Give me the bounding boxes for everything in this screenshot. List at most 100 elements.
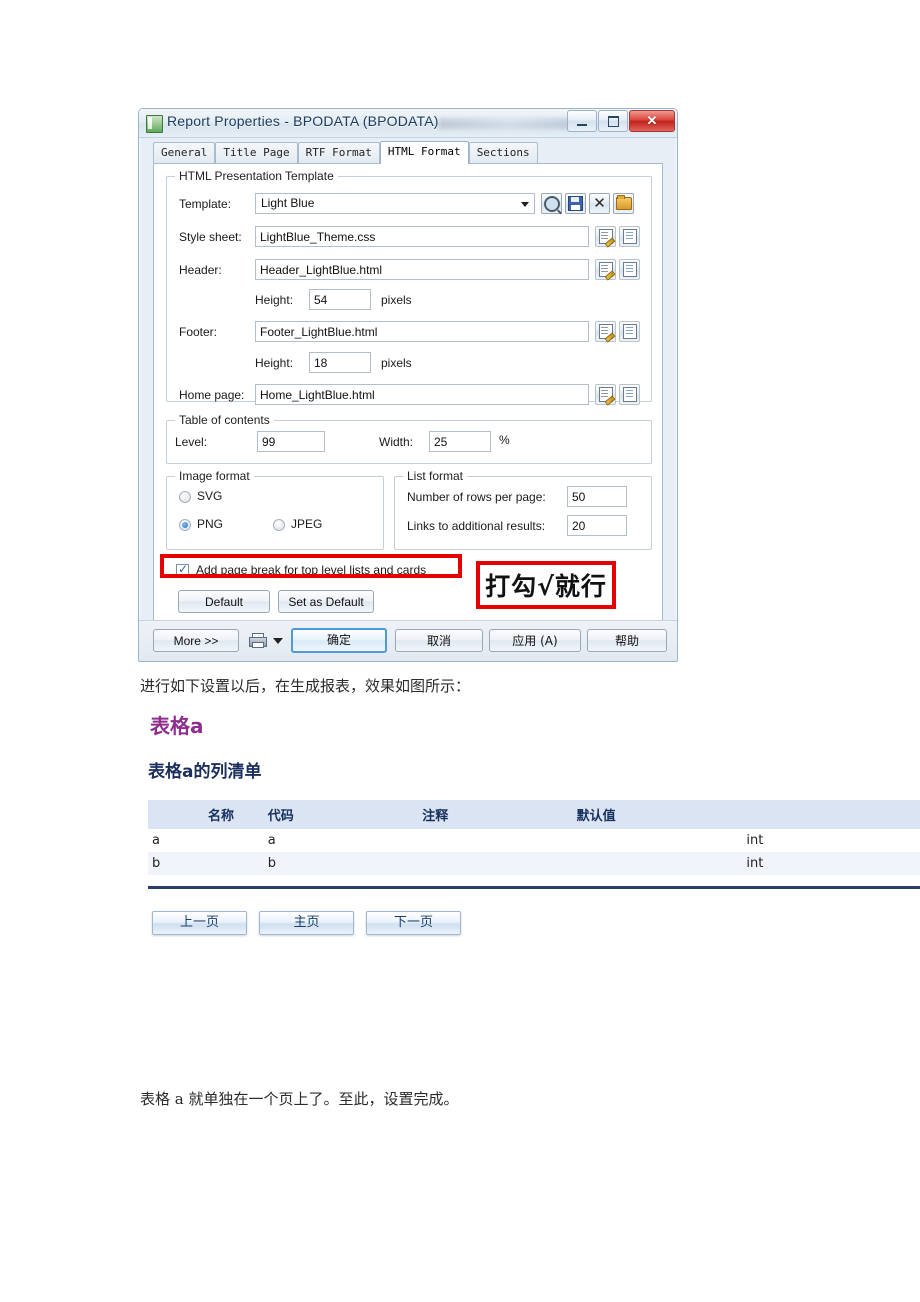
title-smudge (439, 118, 579, 129)
tab-general[interactable]: General (153, 142, 216, 163)
column-header-type (742, 800, 920, 829)
footer-label: Footer: (179, 325, 218, 339)
edit-pencil-icon (596, 227, 615, 246)
toc-width-label: Width: (379, 435, 414, 449)
table-row: b b int (148, 852, 920, 875)
table-header-row: 名称 代码 注释 默认值 (148, 800, 920, 829)
folder-icon (614, 194, 633, 213)
radio-svg-label: SVG (197, 489, 223, 503)
set-as-default-button[interactable]: Set as Default (278, 590, 374, 613)
edit-pencil-icon (596, 260, 615, 279)
template-label: Template: (179, 197, 232, 211)
cell-code: b (263, 852, 419, 875)
additional-results-input[interactable]: 20 (567, 515, 627, 536)
dialog-titlebar[interactable]: Report Properties - BPODATA (BPODATA) ✕ (139, 109, 677, 138)
template-combobox[interactable]: Light Blue (255, 193, 535, 214)
footer-input[interactable]: Footer_LightBlue.html (255, 321, 589, 342)
print-dropdown-icon[interactable] (273, 638, 283, 644)
annotation-text: 打勾√就行 (485, 572, 607, 601)
dialog-footer: More >> 确定 取消 应用 (A) 帮助 (139, 620, 677, 661)
column-header-comment: 注释 (418, 800, 573, 829)
magnifier-icon (542, 194, 561, 213)
home-page-label: Home page: (179, 388, 245, 402)
more-button[interactable]: More >> (153, 629, 239, 652)
tab-title-page[interactable]: Title Page (215, 142, 298, 163)
view-home-page-button[interactable] (619, 384, 640, 405)
view-footer-button[interactable] (619, 321, 640, 342)
view-style-sheet-button[interactable] (619, 226, 640, 247)
tab-rtf-format[interactable]: RTF Format (297, 142, 380, 163)
rows-per-page-input[interactable]: 50 (567, 486, 627, 507)
footer-height-input[interactable]: 18 (309, 352, 371, 373)
home-page-button[interactable]: 主页 (259, 911, 354, 935)
toc-width-unit: % (499, 433, 510, 447)
template-value: Light Blue (261, 196, 315, 210)
default-button[interactable]: Default (178, 590, 270, 613)
toc-width-input[interactable]: 25 (429, 431, 491, 452)
cell-name: a (148, 829, 264, 852)
style-sheet-label: Style sheet: (179, 230, 242, 244)
ok-button[interactable]: 确定 (291, 628, 387, 653)
window-controls: ✕ (566, 110, 675, 132)
edit-style-sheet-button[interactable] (595, 226, 616, 247)
save-template-button[interactable] (565, 193, 586, 214)
list-format-legend: List format (403, 469, 468, 483)
tab-sections[interactable]: Sections (468, 142, 538, 163)
table-heading: 表格a (150, 714, 204, 738)
open-template-button[interactable] (613, 193, 634, 214)
radio-jpeg-label: JPEG (291, 517, 323, 531)
rows-per-page-label: Number of rows per page: (407, 490, 546, 504)
table-of-contents-group: Table of contents Level: 99 Width: 25 % (166, 413, 652, 464)
screenshot-page: Report Properties - BPODATA (BPODATA) ✕ … (0, 0, 920, 1302)
cell-type: int (742, 829, 920, 852)
image-format-group: Image format SVG PNG JPEG (166, 469, 384, 550)
header-input[interactable]: Header_LightBlue.html (255, 259, 589, 280)
dialog-title: Report Properties - BPODATA (BPODATA) (167, 113, 439, 129)
chevron-down-icon (521, 202, 529, 207)
close-x-icon: ✕ (593, 194, 606, 212)
prev-page-button[interactable]: 上一页 (152, 911, 247, 935)
document-icon (620, 322, 639, 341)
help-button[interactable]: 帮助 (587, 629, 667, 652)
radio-png[interactable] (179, 519, 191, 531)
header-height-input[interactable]: 54 (309, 289, 371, 310)
style-sheet-input[interactable]: LightBlue_Theme.css (255, 226, 589, 247)
edit-footer-button[interactable] (595, 321, 616, 342)
home-page-input[interactable]: Home_LightBlue.html (255, 384, 589, 405)
cell-default (572, 852, 743, 875)
edit-header-button[interactable] (595, 259, 616, 280)
minimize-button[interactable] (567, 110, 597, 132)
cell-comment (418, 829, 573, 852)
header-label: Header: (179, 263, 222, 277)
edit-home-page-button[interactable] (595, 384, 616, 405)
view-header-button[interactable] (619, 259, 640, 280)
footer-height-label: Height: (255, 356, 294, 370)
print-icon[interactable] (249, 633, 267, 648)
apply-button[interactable]: 应用 (A) (489, 629, 581, 652)
presentation-group-legend: HTML Presentation Template (175, 169, 338, 183)
close-button[interactable]: ✕ (629, 110, 675, 132)
radio-svg[interactable] (179, 491, 191, 503)
cell-type: int (742, 852, 920, 875)
cell-comment (418, 852, 573, 875)
annotation-box: 打勾√就行 (476, 561, 616, 609)
header-height-unit: pixels (381, 293, 412, 307)
tab-html-format[interactable]: HTML Format (379, 141, 469, 164)
edit-pencil-icon (596, 322, 615, 341)
toc-level-input[interactable]: 99 (257, 431, 325, 452)
cancel-button[interactable]: 取消 (395, 629, 483, 652)
footer-height-unit: pixels (381, 356, 412, 370)
toc-level-label: Level: (175, 435, 208, 449)
closing-paragraph: 表格 a 就单独在一个页上了。至此，设置完成。 (140, 1090, 459, 1108)
maximize-button[interactable] (598, 110, 628, 132)
preview-template-button[interactable] (541, 193, 562, 214)
checkbox-highlight-outline (160, 554, 462, 578)
intro-paragraph: 进行如下设置以后，在生成报表，效果如图所示： (140, 677, 471, 695)
delete-template-button[interactable]: ✕ (589, 193, 610, 214)
edit-pencil-icon (596, 385, 615, 404)
column-header-default: 默认值 (572, 800, 743, 829)
additional-results-label: Links to additional results: (407, 519, 546, 533)
column-header-name: 名称 (148, 800, 264, 829)
next-page-button[interactable]: 下一页 (366, 911, 461, 935)
radio-jpeg[interactable] (273, 519, 285, 531)
